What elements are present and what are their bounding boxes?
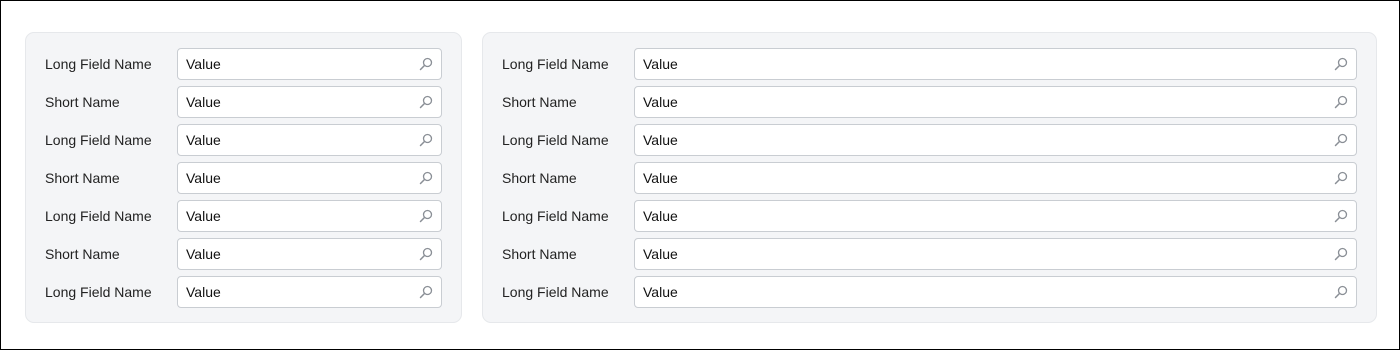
- lookup-field[interactable]: Value: [634, 124, 1357, 156]
- right-form-panel: Long Field Name Value Short Name Value L…: [482, 32, 1377, 323]
- field-value[interactable]: Value: [186, 277, 221, 307]
- field-label: Short Name: [45, 94, 120, 110]
- lookup-field[interactable]: Value: [177, 238, 442, 270]
- field-label: Long Field Name: [502, 284, 609, 300]
- form-row: Short Name Value: [502, 162, 1357, 194]
- search-icon[interactable]: [418, 284, 434, 300]
- field-value[interactable]: Value: [186, 163, 221, 193]
- field-value[interactable]: Value: [643, 201, 678, 231]
- lookup-field[interactable]: Value: [177, 124, 442, 156]
- search-icon[interactable]: [418, 132, 434, 148]
- search-icon[interactable]: [418, 208, 434, 224]
- field-value[interactable]: Value: [643, 125, 678, 155]
- field-value[interactable]: Value: [643, 239, 678, 269]
- field-value[interactable]: Value: [186, 125, 221, 155]
- field-label: Long Field Name: [502, 208, 609, 224]
- field-value[interactable]: Value: [186, 201, 221, 231]
- field-label: Long Field Name: [502, 56, 609, 72]
- form-row: Long Field Name Value: [45, 200, 442, 232]
- search-icon[interactable]: [1333, 170, 1349, 186]
- field-label: Short Name: [45, 246, 120, 262]
- lookup-field[interactable]: Value: [634, 200, 1357, 232]
- form-row: Short Name Value: [45, 238, 442, 270]
- form-row: Long Field Name Value: [502, 276, 1357, 308]
- form-row: Long Field Name Value: [45, 124, 442, 156]
- field-label: Short Name: [45, 170, 120, 186]
- form-row: Long Field Name Value: [45, 48, 442, 80]
- field-label: Short Name: [502, 94, 577, 110]
- search-icon[interactable]: [1333, 94, 1349, 110]
- search-icon[interactable]: [418, 170, 434, 186]
- search-icon[interactable]: [418, 56, 434, 72]
- field-value[interactable]: Value: [186, 49, 221, 79]
- field-label: Short Name: [502, 170, 577, 186]
- search-icon[interactable]: [1333, 246, 1349, 262]
- field-value[interactable]: Value: [643, 87, 678, 117]
- search-icon[interactable]: [418, 94, 434, 110]
- lookup-field[interactable]: Value: [177, 276, 442, 308]
- search-icon[interactable]: [1333, 208, 1349, 224]
- left-form-panel: Long Field Name Value Short Name Value L…: [25, 32, 462, 323]
- lookup-field[interactable]: Value: [177, 86, 442, 118]
- field-value[interactable]: Value: [643, 49, 678, 79]
- form-row: Long Field Name Value: [502, 200, 1357, 232]
- field-value[interactable]: Value: [186, 87, 221, 117]
- search-icon[interactable]: [1333, 56, 1349, 72]
- form-row: Long Field Name Value: [502, 48, 1357, 80]
- field-value[interactable]: Value: [643, 277, 678, 307]
- lookup-field[interactable]: Value: [177, 48, 442, 80]
- lookup-field[interactable]: Value: [177, 200, 442, 232]
- form-row: Short Name Value: [45, 86, 442, 118]
- form-row: Long Field Name Value: [45, 276, 442, 308]
- form-row: Short Name Value: [502, 86, 1357, 118]
- field-label: Long Field Name: [45, 284, 152, 300]
- lookup-field[interactable]: Value: [634, 48, 1357, 80]
- field-value[interactable]: Value: [186, 239, 221, 269]
- field-label: Long Field Name: [502, 132, 609, 148]
- left-form-rows: Long Field Name Value Short Name Value L…: [45, 48, 442, 314]
- field-label: Short Name: [502, 246, 577, 262]
- lookup-field[interactable]: Value: [634, 162, 1357, 194]
- form-row: Short Name Value: [502, 238, 1357, 270]
- field-label: Long Field Name: [45, 132, 152, 148]
- search-icon[interactable]: [1333, 132, 1349, 148]
- form-row: Short Name Value: [45, 162, 442, 194]
- search-icon[interactable]: [418, 246, 434, 262]
- field-value[interactable]: Value: [643, 163, 678, 193]
- field-label: Long Field Name: [45, 56, 152, 72]
- window-frame: Long Field Name Value Short Name Value L…: [0, 0, 1400, 350]
- form-row: Long Field Name Value: [502, 124, 1357, 156]
- lookup-field[interactable]: Value: [177, 162, 442, 194]
- lookup-field[interactable]: Value: [634, 86, 1357, 118]
- field-label: Long Field Name: [45, 208, 152, 224]
- search-icon[interactable]: [1333, 284, 1349, 300]
- lookup-field[interactable]: Value: [634, 238, 1357, 270]
- lookup-field[interactable]: Value: [634, 276, 1357, 308]
- right-form-rows: Long Field Name Value Short Name Value L…: [502, 48, 1357, 314]
